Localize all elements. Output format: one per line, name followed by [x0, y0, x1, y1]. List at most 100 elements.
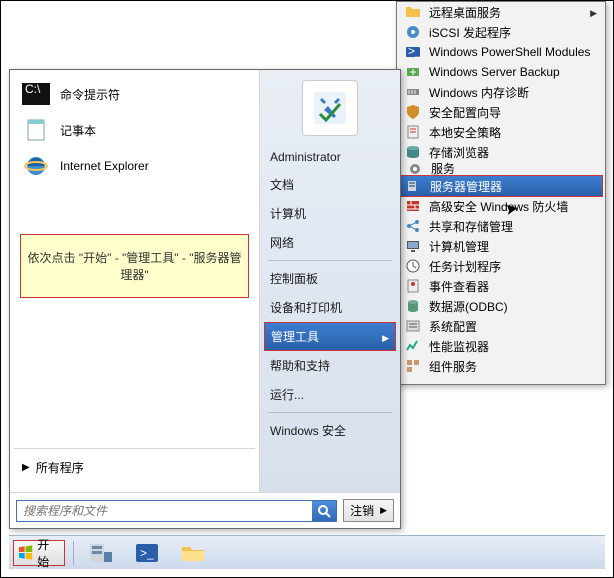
svg-text:C:\: C:\ — [25, 83, 41, 96]
submenu-label: Windows PowerShell Modules — [429, 45, 590, 59]
server-manager-icon — [406, 178, 422, 194]
admin-tools[interactable]: 管理工具 — [264, 322, 396, 351]
start-menu-right-pane: Administrator 文档 计算机 网络 控制面板 设备和打印机 管理工具… — [260, 70, 400, 492]
svg-text:>_: >_ — [408, 44, 421, 58]
pinned-ie[interactable]: Internet Explorer — [14, 148, 255, 184]
submenu-label: 性能监视器 — [429, 338, 489, 355]
submenu-item-task-scheduler[interactable]: 任务计划程序 — [397, 256, 605, 276]
submenu-label: 服务器管理器 — [430, 178, 502, 195]
powershell-icon: >_ — [134, 542, 160, 564]
pinned-label: 命令提示符 — [60, 86, 120, 103]
backup-icon — [405, 64, 421, 80]
submenu-label: 计算机管理 — [429, 238, 489, 255]
pinned-notepad[interactable]: 记事本 — [14, 112, 255, 148]
submenu-item-remote-desktop[interactable]: 远程桌面服务 — [397, 2, 605, 22]
user-name[interactable]: Administrator — [260, 144, 400, 170]
submenu-label: 高级安全 Windows 防火墙 — [429, 198, 568, 215]
submenu-item-perfmon[interactable]: 性能监视器 — [397, 336, 605, 356]
windows-security[interactable]: Windows 安全 — [260, 416, 400, 445]
taskbar-separator — [73, 541, 74, 565]
event-icon — [405, 278, 421, 294]
logoff-button[interactable]: 注销 ▶ — [343, 499, 394, 522]
chevron-right-icon: ▶ — [380, 505, 387, 516]
database-icon — [405, 298, 421, 314]
separator — [268, 260, 392, 261]
all-programs-label: 所有程序 — [36, 459, 84, 476]
admin-tools-label: 管理工具 — [271, 328, 319, 345]
start-button[interactable]: 开始 — [13, 540, 65, 566]
taskbar: 开始 >_ — [9, 535, 605, 569]
submenu-item-powershell-modules[interactable]: >_ Windows PowerShell Modules — [397, 42, 605, 62]
submenu-item-security-config[interactable]: 安全配置向导 — [397, 102, 605, 122]
submenu-item-services-cut[interactable]: 服务 — [399, 162, 603, 176]
submenu-item-system-config[interactable]: 系统配置 — [397, 316, 605, 336]
ie-icon — [22, 154, 50, 178]
shield-wizard-icon — [405, 104, 421, 120]
all-programs[interactable]: ▶ 所有程序 — [14, 448, 255, 486]
submenu-item-memory-diag[interactable]: Windows 内存诊断 — [397, 82, 605, 102]
start-label: 开始 — [37, 536, 60, 570]
control-panel[interactable]: 控制面板 — [260, 264, 400, 293]
msconfig-icon — [405, 318, 421, 334]
submenu-item-share-storage[interactable]: 共享和存储管理 — [397, 216, 605, 236]
search-input[interactable] — [17, 501, 312, 521]
submenu-item-component-services[interactable]: 组件服务 — [397, 356, 605, 376]
help-support[interactable]: 帮助和支持 — [260, 351, 400, 380]
documents[interactable]: 文档 — [260, 170, 400, 199]
taskbar-powershell[interactable]: >_ — [128, 539, 166, 567]
submenu-label: 任务计划程序 — [429, 258, 501, 275]
powershell-icon: >_ — [405, 44, 421, 60]
devices-printers[interactable]: 设备和打印机 — [260, 293, 400, 322]
instruction-callout: 依次点击 "开始" - "管理工具" - "服务器管理器" — [20, 234, 249, 298]
submenu-label: 本地安全策略 — [429, 124, 501, 141]
taskbar-server-manager[interactable] — [82, 539, 120, 567]
chevron-right-icon — [590, 5, 597, 19]
submenu-item-iscsi[interactable]: iSCSI 发起程序 — [397, 22, 605, 42]
submenu-label: 数据源(ODBC) — [429, 298, 508, 315]
submenu-label: iSCSI 发起程序 — [429, 24, 511, 41]
submenu-item-local-security[interactable]: 本地安全策略 — [397, 122, 605, 142]
submenu-label: 安全配置向导 — [429, 104, 501, 121]
submenu-label: 服务 — [431, 162, 455, 176]
submenu-item-odbc[interactable]: 数据源(ODBC) — [397, 296, 605, 316]
submenu-label: 共享和存储管理 — [429, 218, 513, 235]
pinned-label: 记事本 — [60, 122, 96, 139]
computer-icon — [405, 238, 421, 254]
search-icon — [317, 504, 331, 518]
network[interactable]: 网络 — [260, 228, 400, 257]
submenu-item-storage-explorer[interactable]: 存储浏览器 — [397, 142, 605, 162]
start-menu: C:\ 命令提示符 记事本 Internet Explorer 依次点击 "开始… — [9, 69, 401, 529]
submenu-item-server-manager[interactable]: 服务器管理器 — [399, 175, 603, 197]
taskbar-explorer[interactable] — [174, 539, 212, 567]
tools-icon — [308, 86, 352, 130]
separator — [268, 412, 392, 413]
chart-icon — [405, 338, 421, 354]
submenu-item-server-backup[interactable]: Windows Server Backup — [397, 62, 605, 82]
chevron-right-icon — [382, 330, 389, 344]
search-button[interactable] — [312, 501, 336, 521]
gear-icon — [407, 162, 423, 176]
user-picture[interactable] — [302, 80, 358, 136]
computer[interactable]: 计算机 — [260, 199, 400, 228]
memory-icon — [405, 84, 421, 100]
pinned-cmd[interactable]: C:\ 命令提示符 — [14, 76, 255, 112]
notepad-icon — [22, 118, 50, 142]
submenu-item-computer-mgmt[interactable]: 计算机管理 — [397, 236, 605, 256]
cmd-icon: C:\ — [22, 82, 50, 106]
folder-icon — [405, 4, 421, 20]
svg-text:>_: >_ — [140, 546, 154, 560]
share-icon — [405, 218, 421, 234]
disk-icon — [405, 24, 421, 40]
clock-icon — [405, 258, 421, 274]
admin-tools-submenu: 远程桌面服务 iSCSI 发起程序 >_ Windows PowerShell … — [396, 1, 606, 385]
submenu-label: 系统配置 — [429, 318, 477, 335]
submenu-item-event-viewer[interactable]: 事件查看器 — [397, 276, 605, 296]
run[interactable]: 运行... — [260, 380, 400, 409]
server-manager-icon — [88, 542, 114, 564]
search-box[interactable] — [16, 500, 337, 522]
policy-icon — [405, 124, 421, 140]
start-menu-left-pane: C:\ 命令提示符 记事本 Internet Explorer 依次点击 "开始… — [10, 70, 260, 492]
submenu-item-firewall[interactable]: 高级安全 Windows 防火墙 — [397, 196, 605, 216]
start-menu-bottom: 注销 ▶ — [10, 492, 400, 528]
component-icon — [405, 358, 421, 374]
